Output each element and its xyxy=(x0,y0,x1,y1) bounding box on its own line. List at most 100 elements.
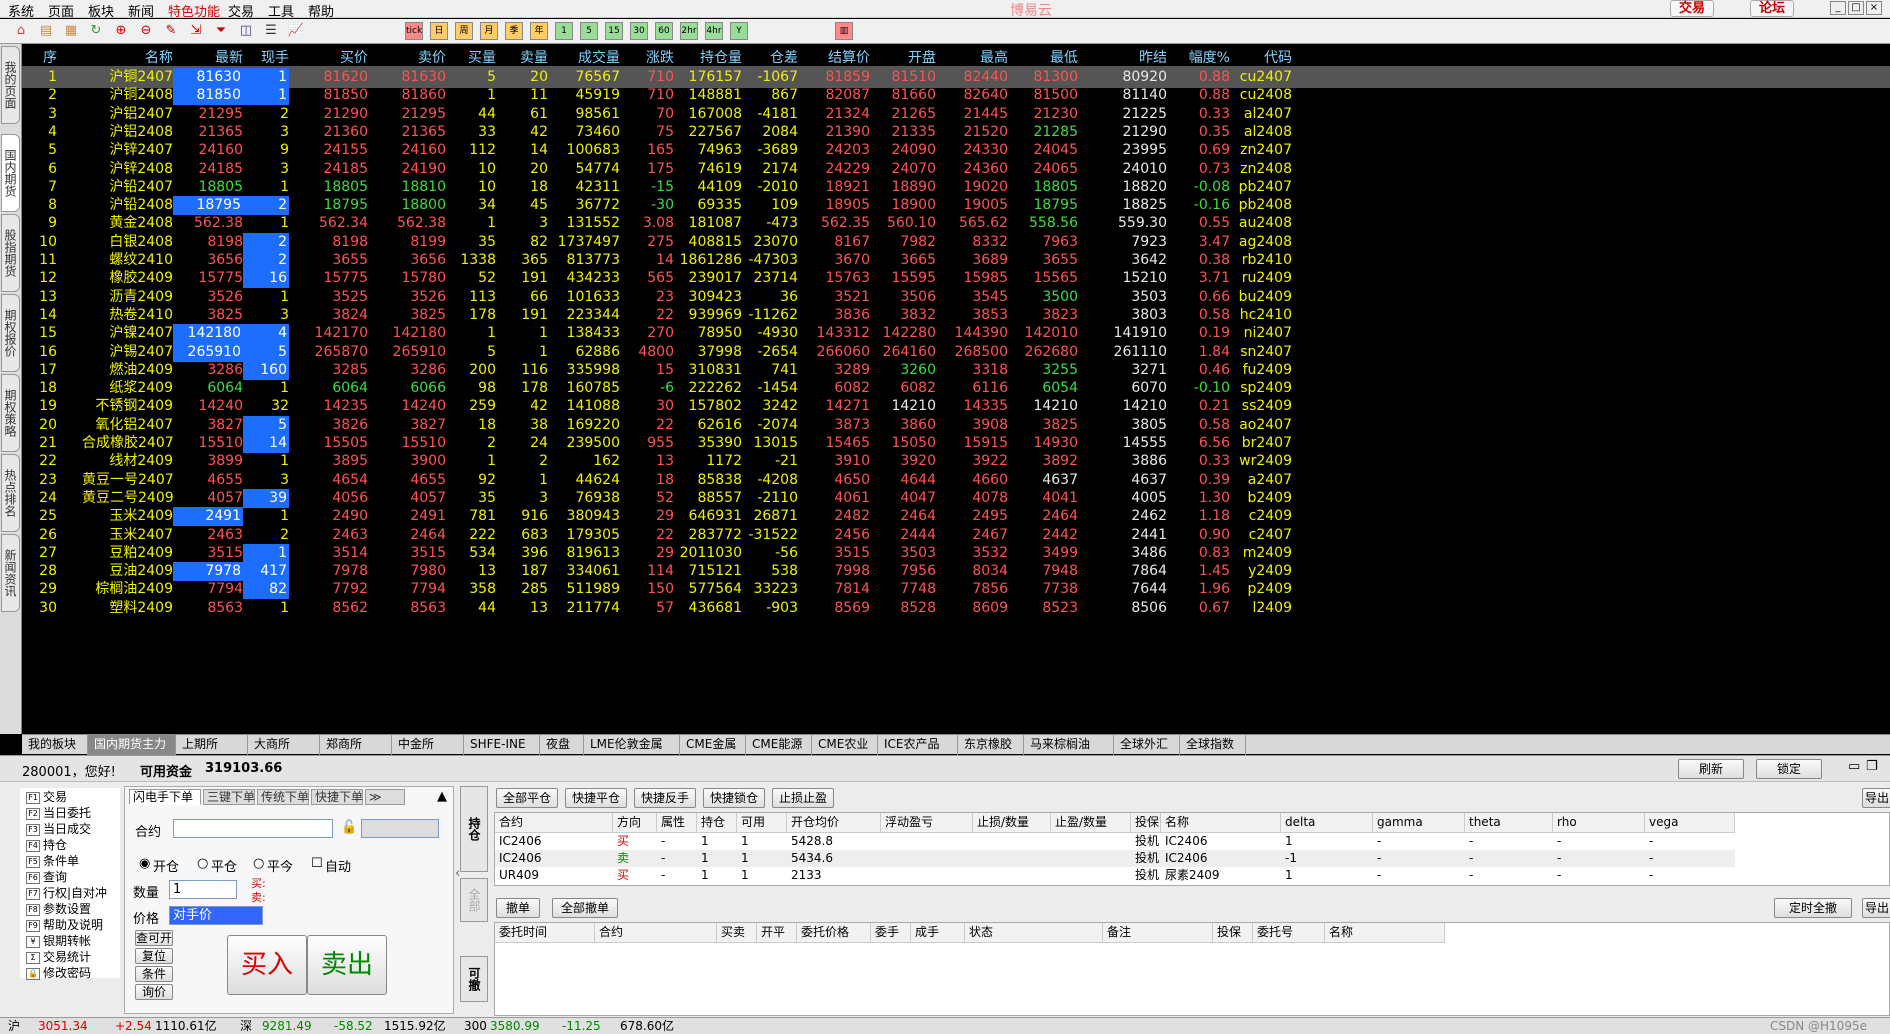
exchange-tab-5[interactable]: 中金所 xyxy=(392,735,464,755)
exchange-tab-15[interactable]: 全球外汇 xyxy=(1114,735,1180,755)
order-tab-more[interactable]: ≫ xyxy=(365,789,405,805)
left-tab-4[interactable]: 期权策略 xyxy=(1,374,20,452)
collapse-icon[interactable]: ▲ xyxy=(437,789,447,804)
order-tab-3[interactable]: 快捷下单 xyxy=(311,789,363,805)
funnel-icon[interactable]: ⏷ xyxy=(212,22,230,40)
cancel-order-button[interactable]: 撤单 xyxy=(496,898,540,918)
quote-row[interactable]: 30 塑料2409 8563 1 8562 8563 44 13 211774 57 436681 -… xyxy=(22,597,1890,619)
pos-col-7[interactable]: 止损/数量 xyxy=(973,813,1051,833)
popout-icon[interactable]: ❐ xyxy=(1866,759,1878,774)
nav-item-4[interactable]: F5 条件单 xyxy=(26,852,79,869)
period-1[interactable]: 日 xyxy=(430,22,448,40)
nav-item-3[interactable]: F4 持仓 xyxy=(26,836,67,853)
col-header-17[interactable]: 幅度% xyxy=(1167,47,1230,67)
maximize-icon[interactable]: □ xyxy=(1848,1,1864,15)
minimize-icon[interactable]: _ xyxy=(1830,1,1846,15)
ord-col-2[interactable]: 买卖 xyxy=(717,923,757,943)
period-0[interactable]: tick xyxy=(405,22,423,40)
export-button[interactable]: 导出 xyxy=(1862,788,1890,808)
menu-3[interactable]: 新闻 xyxy=(128,1,154,20)
pos-col-1[interactable]: 方向 xyxy=(613,813,657,833)
close-radio[interactable]: ○ xyxy=(197,856,208,871)
menu-2[interactable]: 板块 xyxy=(88,1,114,20)
buy-button[interactable]: 买入 xyxy=(227,935,307,995)
menu-5[interactable]: 交易 xyxy=(228,1,254,20)
col-header-0[interactable]: 序 xyxy=(22,47,57,67)
left-tab-3[interactable]: 期权报价 xyxy=(1,294,20,372)
nav-item-11[interactable]: 🔒 修改密码 xyxy=(26,964,91,981)
col-header-8[interactable]: 成交量 xyxy=(548,47,620,67)
side-all[interactable]: 全部 xyxy=(460,878,488,922)
col-header-15[interactable]: 最低 xyxy=(1008,47,1078,67)
pos-col-13[interactable]: theta xyxy=(1465,813,1553,833)
col-header-9[interactable]: 涨跌 xyxy=(620,47,674,67)
side-cancelable[interactable]: 可撤 xyxy=(460,956,488,1002)
period-2[interactable]: 周 xyxy=(455,22,473,40)
pos-col-4[interactable]: 可用 xyxy=(737,813,787,833)
pos-col-3[interactable]: 持仓 xyxy=(697,813,737,833)
pos-col-10[interactable]: 名称 xyxy=(1161,813,1281,833)
exchange-tab-1[interactable]: 国内期货主力 xyxy=(88,735,176,755)
col-header-10[interactable]: 持仓量 xyxy=(674,47,742,67)
exchange-tab-2[interactable]: 上期所 xyxy=(176,735,248,755)
menu-0[interactable]: 系统 xyxy=(8,1,34,20)
stock-icon[interactable]: ◫ xyxy=(237,22,255,40)
pos-btn-1[interactable]: 快捷平仓 xyxy=(565,788,627,808)
ord-col-4[interactable]: 委托价格 xyxy=(797,923,871,943)
cond-button[interactable]: 条件 xyxy=(135,966,173,982)
exchange-tab-9[interactable]: CME金属 xyxy=(680,735,746,755)
zoom-out-icon[interactable]: ⊖ xyxy=(137,22,155,40)
select-icon[interactable]: ⇲ xyxy=(187,22,205,40)
contract-select[interactable] xyxy=(173,819,333,838)
nav-item-6[interactable]: F7 行权|自对冲 xyxy=(26,884,107,901)
book-icon[interactable]: ▤ xyxy=(37,22,55,40)
pos-col-9[interactable]: 投保 xyxy=(1131,813,1161,833)
export2-button[interactable]: 导出 xyxy=(1862,898,1890,918)
nav-item-1[interactable]: F2 当日委托 xyxy=(26,804,91,821)
period-11[interactable]: 2hr xyxy=(680,22,698,40)
period-5[interactable]: 年 xyxy=(530,22,548,40)
ord-col-7[interactable]: 状态 xyxy=(965,923,1103,943)
nav-item-2[interactable]: F3 当日成交 xyxy=(26,820,91,837)
nav-item-7[interactable]: F8 参数设置 xyxy=(26,900,91,917)
pos-col-12[interactable]: gamma xyxy=(1373,813,1465,833)
pos-col-6[interactable]: 浮动盈亏 xyxy=(881,813,973,833)
ord-col-5[interactable]: 委手 xyxy=(871,923,911,943)
sell-button[interactable]: 卖出 xyxy=(307,935,387,995)
period-12[interactable]: 4hr xyxy=(705,22,723,40)
side-positions[interactable]: 持仓 xyxy=(460,786,488,872)
refresh-icon[interactable]: ↻ xyxy=(87,22,105,40)
period-6[interactable]: 1 xyxy=(555,22,573,40)
pos-btn-0[interactable]: 全部平仓 xyxy=(496,788,558,808)
col-header-18[interactable]: 代码 xyxy=(1230,47,1292,67)
col-header-14[interactable]: 最高 xyxy=(936,47,1008,67)
nav-item-0[interactable]: F1 交易 xyxy=(26,788,67,805)
close_today-radio[interactable]: ○ xyxy=(253,856,264,871)
lock-icon[interactable]: 🔓 xyxy=(341,820,357,835)
price-input[interactable]: 对手价 xyxy=(169,906,263,925)
ord-col-8[interactable]: 备注 xyxy=(1103,923,1213,943)
col-header-11[interactable]: 仓差 xyxy=(742,47,798,67)
nav-item-10[interactable]: Σ 交易统计 xyxy=(26,948,91,965)
pos-cell[interactable]: IC2406 xyxy=(495,850,613,867)
close-icon[interactable]: × xyxy=(1866,1,1882,15)
lock-button[interactable]: 锁定 xyxy=(1756,759,1822,779)
pos-col-11[interactable]: delta xyxy=(1281,813,1373,833)
pos-col-2[interactable]: 属性 xyxy=(657,813,697,833)
auto-checkbox[interactable]: ☐ xyxy=(311,856,323,871)
col-header-13[interactable]: 开盘 xyxy=(870,47,936,67)
ord-col-11[interactable]: 名称 xyxy=(1325,923,1445,943)
list-view-icon[interactable]: ☰ xyxy=(262,22,280,40)
left-tab-0[interactable]: 我的页面 xyxy=(1,46,20,124)
exchange-tab-3[interactable]: 大商所 xyxy=(248,735,320,755)
pos-col-8[interactable]: 止盈/数量 xyxy=(1051,813,1131,833)
col-header-12[interactable]: 结算价 xyxy=(798,47,870,67)
order-tab-2[interactable]: 传统下单 xyxy=(257,789,309,805)
exchange-tab-14[interactable]: 马来棕榈油 xyxy=(1024,735,1114,755)
left-tab-2[interactable]: 股指期货 xyxy=(1,214,20,292)
zoom-in-icon[interactable]: ⊕ xyxy=(112,22,130,40)
exchange-tab-13[interactable]: 东京橡胶 xyxy=(958,735,1024,755)
pos-col-14[interactable]: rho xyxy=(1553,813,1645,833)
exchange-tab-8[interactable]: LME伦敦金属 xyxy=(584,735,680,755)
restore-icon[interactable]: ▭ xyxy=(1848,759,1860,774)
